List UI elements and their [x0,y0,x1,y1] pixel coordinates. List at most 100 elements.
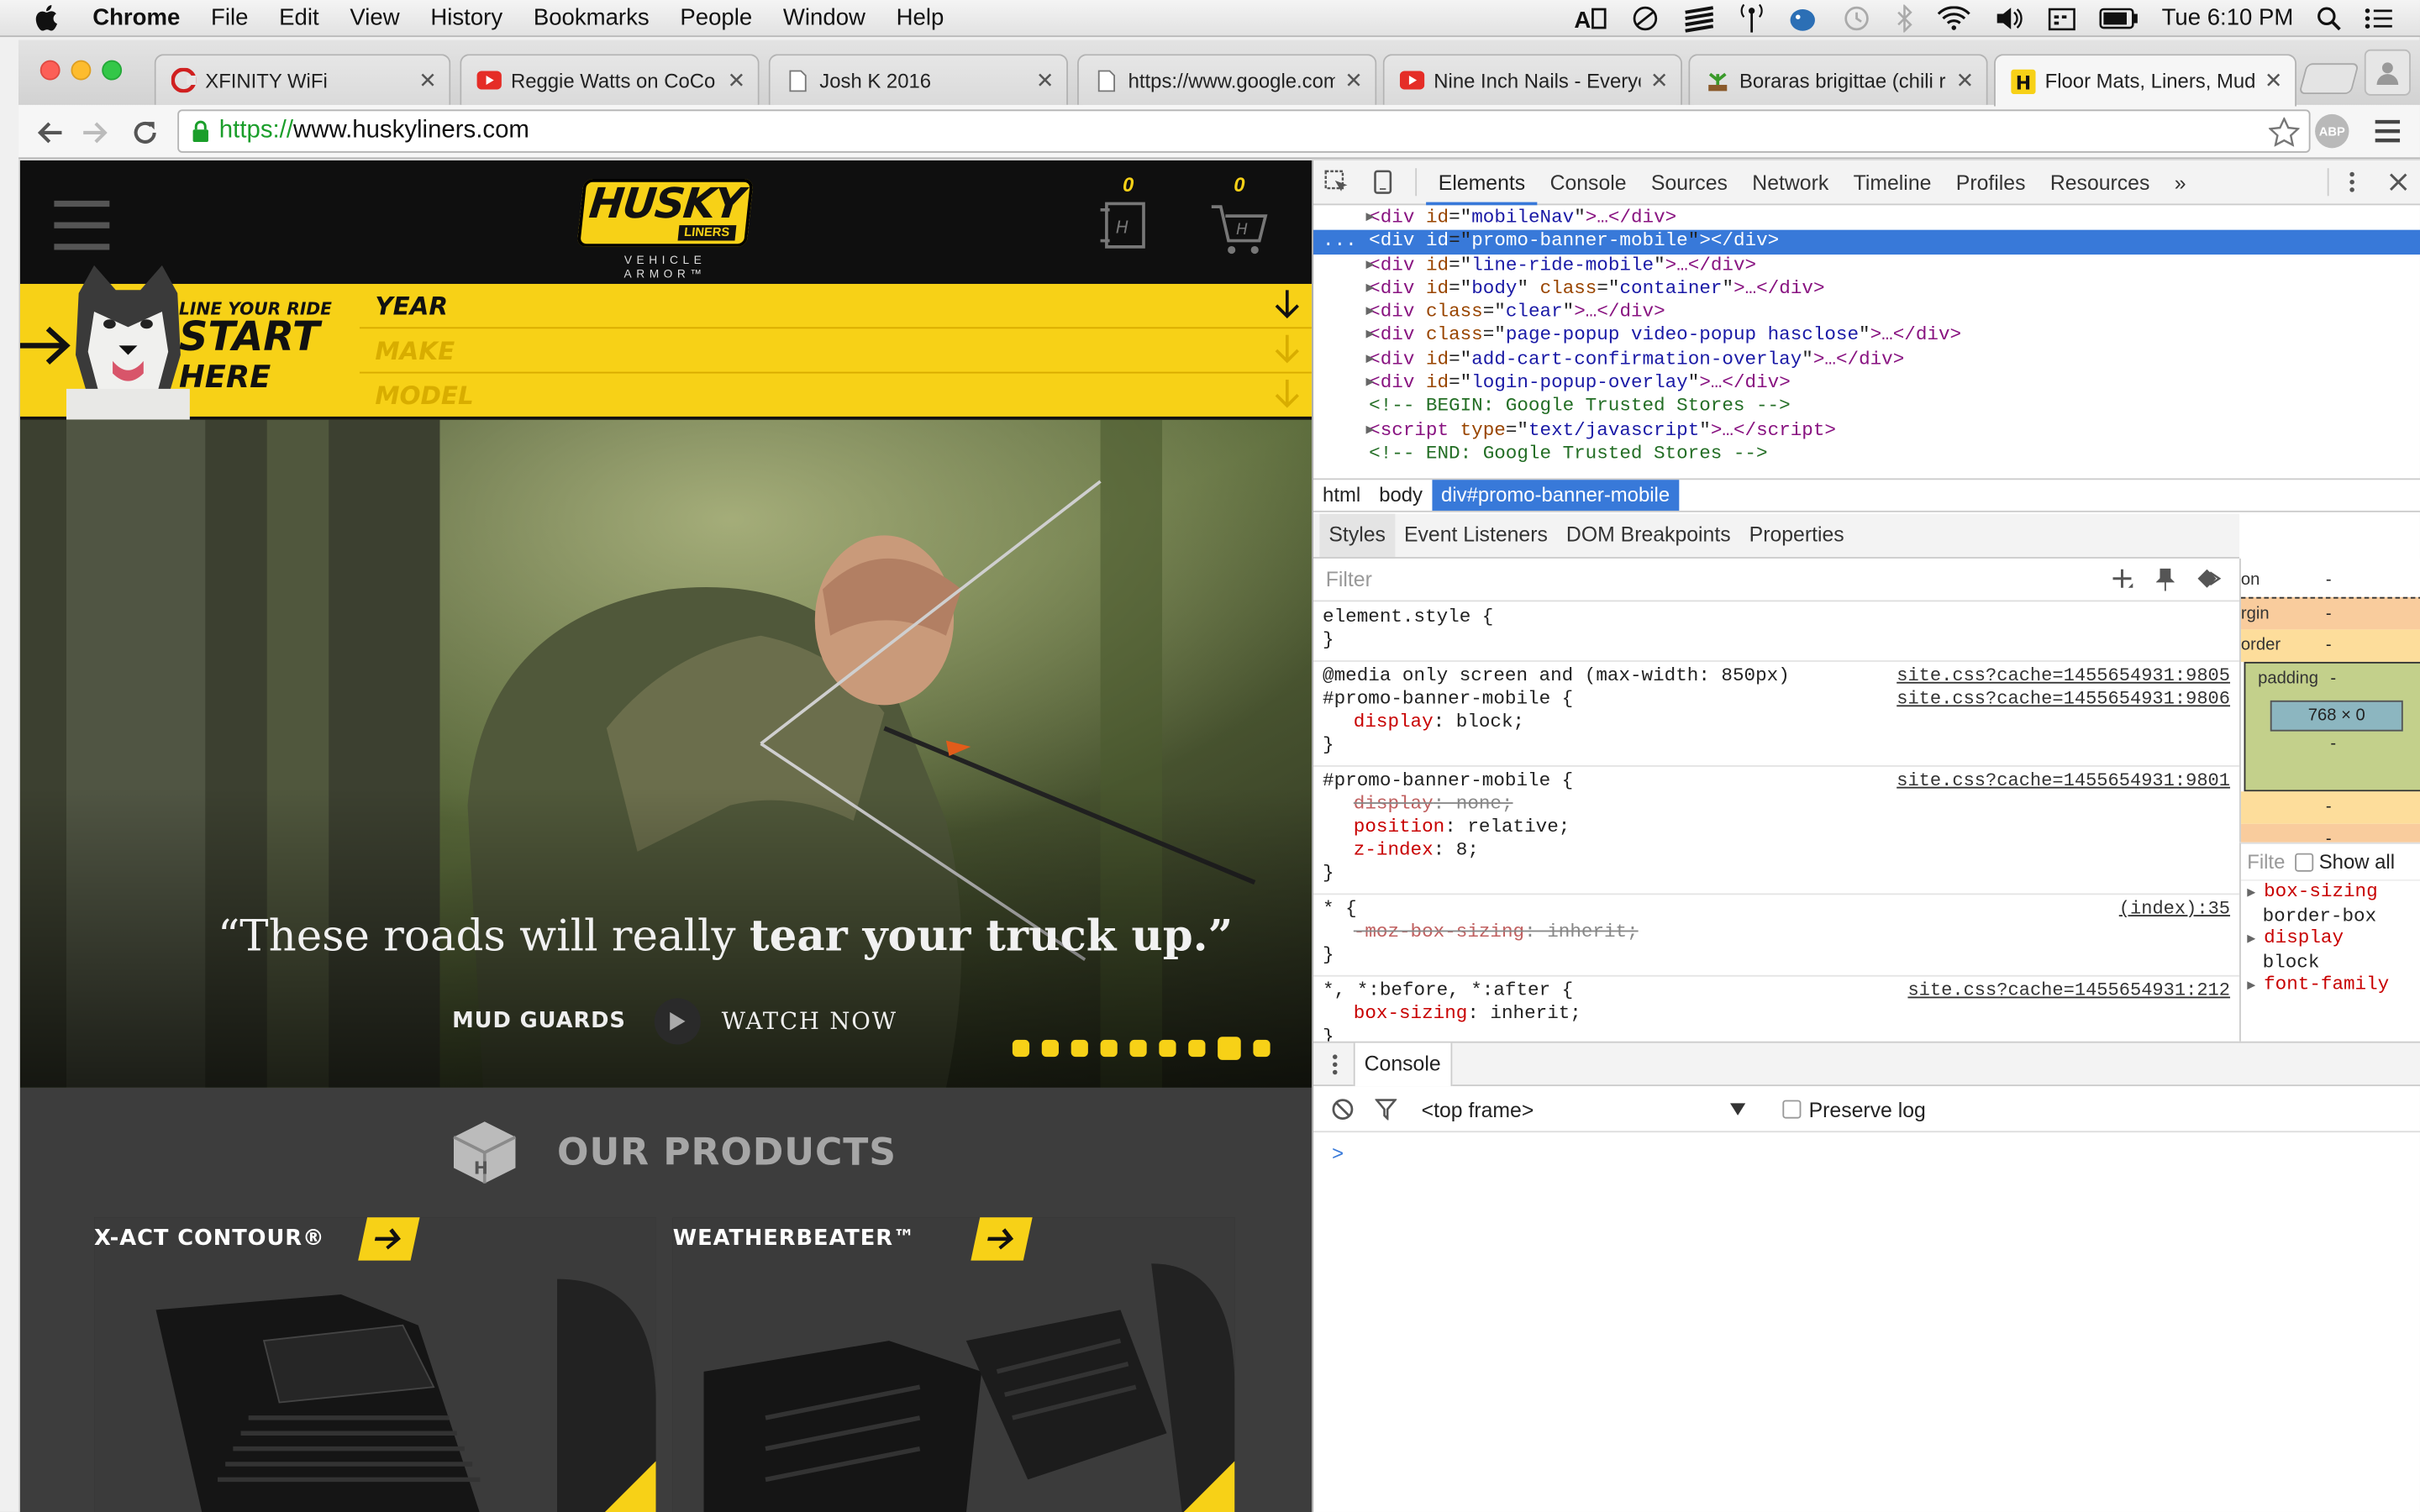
dom-node-line[interactable]: ▶ <div id="add-cart-confirmation-overlay"… [1313,349,2420,372]
toggle-element-state-icon[interactable] [2196,568,2222,591]
styles-filter[interactable]: Filter [1313,559,2240,602]
product-card-weatherbeater[interactable]: WEATHERBEATER™ [672,1217,1235,1512]
css-declaration[interactable]: display: block; [1323,711,2230,735]
dom-node-line[interactable]: ▶ <div id="mobileNav">…</div> [1313,207,2420,230]
tab-google[interactable]: https://www.google.com ✕ [1077,54,1377,105]
apple-menu-icon[interactable] [0,5,92,31]
menu-help[interactable]: Help [881,5,959,31]
preserve-log-checkbox[interactable] [1782,1100,1802,1119]
tab-close-icon[interactable]: ✕ [1036,67,1055,93]
antenna-icon[interactable] [1739,3,1763,34]
minimize-window-button[interactable] [71,60,92,81]
dom-node-line[interactable]: ▶ <div id="body" class="container">…</div… [1313,277,2420,301]
menu-file[interactable]: File [196,5,264,31]
close-window-button[interactable] [39,60,60,81]
tab-reggie-watts[interactable]: Reggie Watts on CoCo ✕ [460,54,760,105]
menu-people[interactable]: People [665,5,768,31]
menu-history[interactable]: History [415,5,518,31]
menu-app-name[interactable]: Chrome [92,5,195,31]
tab-close-icon[interactable]: ✕ [728,67,746,93]
battery-icon[interactable] [2098,7,2139,29]
tab-console[interactable]: Console [1538,160,1639,204]
slider-dot[interactable] [1041,1039,1059,1058]
tab-close-icon[interactable]: ✕ [1344,67,1363,93]
pin-icon[interactable] [2155,568,2175,591]
crumb-body[interactable]: body [1370,480,1432,511]
address-bar[interactable]: https://www.huskyliners.com [177,109,2311,153]
css-declaration[interactable]: display: none; [1323,793,2230,816]
clear-console-icon[interactable] [1332,1099,1354,1121]
dom-node-line[interactable]: ▶ <div id="login-popup-overlay">…</div> [1313,372,2420,396]
dom-node-line[interactable]: ▶ <div class="clear">…</div> [1313,302,2420,325]
menubar-clock[interactable]: Tue 6:10 PM [2162,5,2294,31]
product-card-xact-contour[interactable]: X-ACT CONTOUR® [94,1217,656,1512]
husky-liners-logo[interactable]: HUSKY LINERS VEHICLE ARMOR™ [576,179,754,281]
css-rule[interactable]: *, *:before, *:after {site.css?cache=145… [1313,977,2239,1041]
evernote-icon[interactable] [1786,4,1818,32]
close-devtools-icon[interactable] [2375,173,2420,192]
profile-button[interactable] [2364,49,2411,96]
menu-view[interactable]: View [334,5,415,31]
styles-pane[interactable]: element.style {} @media only screen and (… [1313,603,2240,1042]
slider-dot[interactable] [1218,1037,1241,1060]
dom-node-line[interactable]: ▶ <div class="page-popup video-popup hasc… [1313,325,2420,349]
tab-styles[interactable]: Styles [1319,513,1395,558]
computed-property[interactable]: ▶ box-sizing border-box [2241,881,2420,927]
inspect-element-icon[interactable] [1313,170,1360,194]
styles-filter-input[interactable]: Filter [1326,568,1372,591]
slider-dot[interactable] [1100,1039,1118,1058]
reload-button[interactable] [127,114,164,151]
tab-close-icon[interactable]: ✕ [1650,67,1669,93]
slider-dot[interactable] [1071,1039,1088,1058]
filter-icon[interactable] [1375,1099,1397,1121]
css-declaration[interactable]: position: relative; [1323,816,2230,840]
time-machine-icon[interactable] [1841,4,1872,32]
css-rule[interactable]: @media only screen and (max-width: 850px… [1313,662,2240,767]
notification-center-icon[interactable] [2365,7,2392,29]
adblock-plus-icon[interactable]: ABP [2315,113,2349,149]
crumb-selected[interactable]: div#promo-banner-mobile [1432,480,1680,511]
tab-husky-liners[interactable]: H Floor Mats, Liners, Mud ✕ [1994,54,2297,107]
year-select[interactable]: YEAR [359,284,1313,329]
cart-button[interactable]: 0 H [1208,173,1270,265]
slider-dot[interactable] [1188,1039,1206,1058]
css-rule[interactable]: element.style {} [1313,603,2240,662]
css-rule[interactable]: #promo-banner-mobile {site.css?cache=145… [1313,767,2240,895]
tab-sources[interactable]: Sources [1639,160,1739,204]
hero-slider[interactable]: “These roads will really tear your truck… [19,419,1313,1088]
dom-node-line[interactable]: ▶ <script type="text/javascript">…</scrip… [1313,419,2420,443]
dom-node-line[interactable]: ▶ <div id="line-ride-mobile">…</div> [1313,254,2420,277]
dom-node-line[interactable]: <!-- END: Google Trusted Stores --> [1313,443,2420,466]
source-link[interactable]: site.css?cache=1455654931:212 [1907,979,2230,1003]
model-select[interactable]: MODEL [360,373,1312,417]
bluetooth-icon[interactable] [1895,3,1913,32]
adobe-icon[interactable]: A [1574,5,1607,30]
forward-button[interactable] [77,114,114,151]
menu-bookmarks[interactable]: Bookmarks [518,5,665,31]
console-prompt[interactable]: > [1332,1142,1344,1165]
tab-network[interactable]: Network [1740,160,1841,204]
slider-dot[interactable] [1253,1039,1270,1058]
stack-icon[interactable] [1681,4,1715,32]
lock-icon[interactable] [192,119,210,143]
tab-elements[interactable]: Elements [1426,160,1538,205]
tab-josh-k[interactable]: Josh K 2016 ✕ [768,54,1068,105]
tab-nine-inch-nails[interactable]: Nine Inch Nails - Everyda ✕ [1382,54,1683,105]
css-rule[interactable]: * {(index):35 -moz-box-sizing: inherit;} [1313,895,2240,977]
volume-icon[interactable] [1993,5,2024,29]
show-all-checkbox[interactable]: Show all [2294,850,2395,874]
quote-button[interactable]: 0 H [1097,173,1159,265]
back-button[interactable] [31,114,68,151]
tab-properties[interactable]: Properties [1740,514,1854,557]
computed-property[interactable]: ▶ font-family [2241,974,2420,997]
tab-boraras[interactable]: Boraras brigittae (chili ra ✕ [1688,54,1988,105]
drawer-tab-console[interactable]: Console [1353,1042,1452,1086]
crumb-html[interactable]: html [1313,480,1370,511]
watch-now-link[interactable]: WATCH NOW [722,1007,897,1035]
calendar-icon[interactable] [2048,5,2075,30]
more-tabs-icon[interactable]: » [2162,160,2198,204]
tab-close-icon[interactable]: ✕ [2265,68,2283,94]
computed-filter[interactable]: Filte Show all [2240,844,2420,881]
wifi-icon[interactable] [1936,5,1970,29]
dom-node-line[interactable]: <!-- BEGIN: Google Trusted Stores --> [1313,396,2420,419]
